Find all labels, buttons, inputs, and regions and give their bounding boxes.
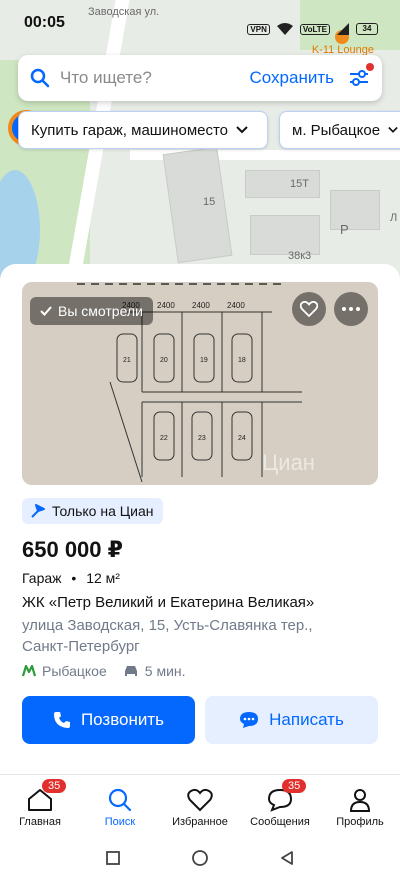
message-button[interactable]: Написать — [205, 696, 378, 744]
listing-photo[interactable]: 2400 2400 2400 2400 21 20 19 18 22 23 24… — [22, 282, 378, 485]
signal-icon — [337, 23, 349, 35]
plan-spot-label: 20 — [160, 357, 168, 364]
listing-type-line: Гараж • 12 м² — [22, 570, 120, 586]
deal-type-label: Купить гараж, машиноместо — [31, 121, 229, 139]
exclusive-badge-label: Только на Циан — [52, 503, 154, 519]
volte-indicator: VoLTE — [299, 23, 330, 35]
exclusive-badge: Только на Циан — [22, 498, 164, 524]
call-button[interactable]: Позвонить — [22, 696, 195, 744]
message-button-label: Написать — [269, 710, 344, 729]
nav-item-home[interactable]: 35 Главная — [0, 775, 80, 836]
recents-icon[interactable] — [105, 850, 121, 866]
travel-time: 5 мин. — [144, 663, 186, 679]
plan-dimension-label: 2400 — [227, 301, 245, 310]
chevron-down-icon — [388, 126, 398, 133]
plan-spot-label: 22 — [160, 435, 168, 442]
map-building-3 — [330, 190, 380, 230]
home-system-icon[interactable] — [191, 849, 209, 867]
map-house-label: 15 — [203, 196, 216, 208]
messages-badge: 35 — [282, 779, 307, 793]
call-button-label: Позвонить — [80, 710, 165, 729]
listing-price: 650 000 ₽ — [22, 537, 123, 562]
nav-favorites-label: Избранное — [172, 815, 228, 828]
check-icon — [40, 306, 52, 316]
filter-active-dot — [366, 63, 374, 71]
status-time: 00:05 — [24, 14, 65, 31]
save-search-button[interactable]: Сохранить — [250, 68, 334, 88]
seen-badge: Вы смотрели — [30, 297, 153, 325]
heart-icon — [187, 788, 213, 811]
cian-logo-icon — [31, 504, 45, 518]
bottom-nav: 35 Главная Поиск Избранное 35 Сообщения … — [0, 774, 400, 836]
car-icon — [124, 665, 137, 676]
map-house-label: 38к3 — [288, 250, 312, 262]
map-house-label: 15Т — [290, 178, 309, 190]
listing-area: 12 м² — [86, 570, 120, 586]
nav-item-profile[interactable]: Профиль — [320, 775, 400, 836]
map-house-label: Л — [390, 212, 398, 224]
metro-name: Рыбацкое — [42, 663, 107, 679]
back-icon[interactable] — [279, 850, 295, 866]
plan-spot-label: 23 — [198, 435, 206, 442]
filter-button[interactable] — [348, 63, 374, 89]
listing-metro: Рыбацкое 5 мин. — [22, 663, 186, 679]
nav-item-favorites[interactable]: Избранное — [160, 775, 240, 836]
photo-watermark: Циан — [262, 450, 315, 475]
filter-icon — [350, 70, 368, 86]
plan-spot-label: 24 — [238, 435, 246, 442]
plan-dimension-label: 2400 — [157, 301, 175, 310]
seen-label: Вы смотрели — [58, 303, 143, 319]
map-building-4 — [250, 215, 320, 255]
nav-messages-label: Сообщения — [250, 815, 310, 828]
separator: • — [71, 570, 77, 586]
deal-type-chip[interactable]: Купить гараж, машиноместо — [18, 111, 268, 149]
profile-icon — [349, 788, 371, 812]
map-parking-label: P — [340, 222, 349, 237]
listing-title[interactable]: ЖК «Петр Великий и Екатерина Великая» — [22, 594, 314, 611]
system-nav-bar — [0, 836, 400, 880]
heart-icon — [300, 301, 318, 317]
more-icon — [342, 307, 360, 311]
chat-icon — [240, 712, 259, 728]
home-badge: 35 — [42, 779, 67, 793]
phone-icon — [53, 712, 70, 728]
listing-address: улица Заводская, 15, Усть-Славянка тер.,… — [22, 617, 313, 655]
wifi-icon — [276, 23, 293, 35]
more-options-button[interactable] — [334, 292, 368, 326]
plan-spot-label: 19 — [200, 357, 208, 364]
plan-spot-label: 18 — [238, 357, 246, 364]
listing-card[interactable]: 2400 2400 2400 2400 21 20 19 18 22 23 24… — [0, 264, 400, 774]
vpn-indicator: VPN — [247, 23, 270, 35]
search-bar[interactable]: Что ищете? Сохранить — [18, 55, 382, 101]
map-building — [162, 146, 233, 264]
nav-item-messages[interactable]: 35 Сообщения — [240, 775, 320, 836]
status-bar: 00:05 VPN VoLTE 34 — [0, 0, 400, 44]
listing-type: Гараж — [22, 570, 62, 586]
plan-dimension-label: 2400 — [192, 301, 210, 310]
nav-home-label: Главная — [19, 815, 61, 828]
metro-chip-label: м. Рыбацкое — [292, 121, 381, 139]
nav-profile-label: Профиль — [336, 815, 384, 828]
nav-item-search[interactable]: Поиск — [80, 775, 160, 836]
search-icon — [108, 788, 132, 811]
battery-icon: 34 — [356, 23, 378, 35]
nav-search-label: Поиск — [104, 815, 136, 828]
plan-spot-label: 21 — [123, 357, 131, 364]
search-icon — [30, 68, 50, 88]
favorite-button[interactable] — [292, 292, 326, 326]
metro-icon — [22, 665, 36, 677]
chevron-down-icon — [236, 126, 248, 134]
search-input[interactable]: Что ищете? — [60, 68, 250, 88]
metro-chip[interactable]: м. Рыбацкое — [279, 111, 400, 149]
